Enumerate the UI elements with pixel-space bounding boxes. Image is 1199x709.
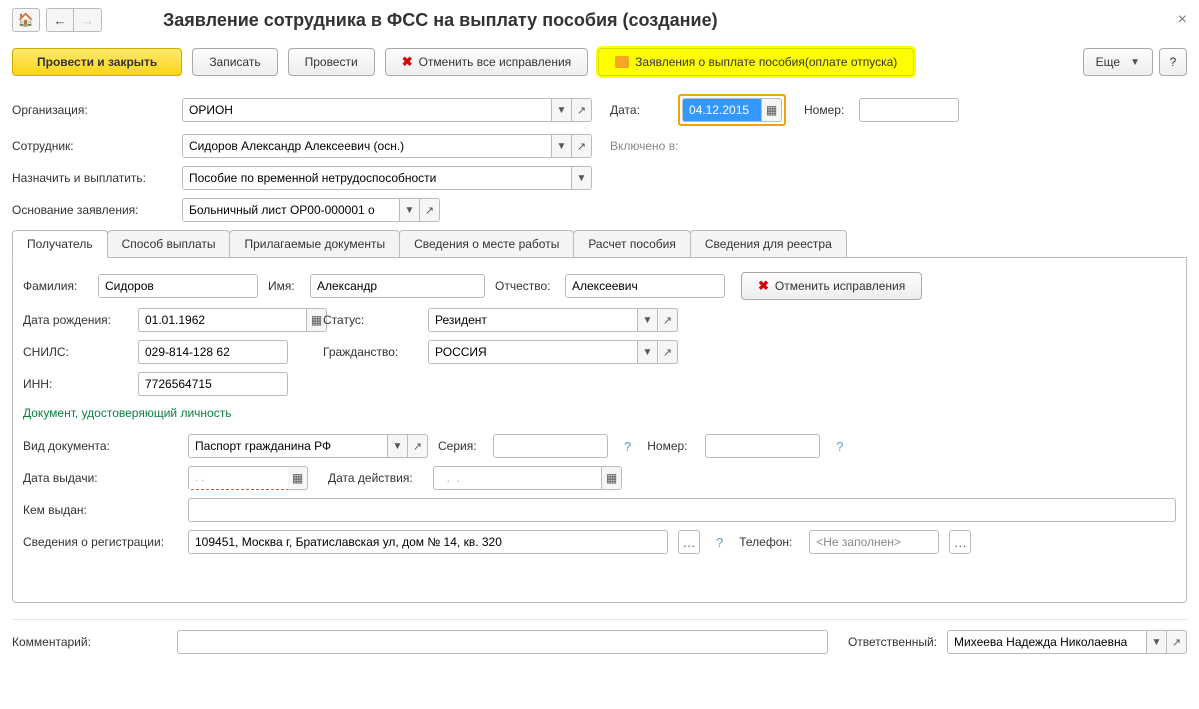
phone-input[interactable] bbox=[809, 530, 939, 554]
responsible-input[interactable] bbox=[947, 630, 1147, 654]
submit-close-button[interactable]: Провести и закрыть bbox=[12, 48, 182, 76]
assign-input[interactable] bbox=[182, 166, 572, 190]
more-button[interactable]: Еще▼ bbox=[1083, 48, 1153, 76]
snils-input[interactable] bbox=[138, 340, 288, 364]
registration-input[interactable] bbox=[188, 530, 668, 554]
dropdown-button[interactable]: ▼ bbox=[638, 308, 658, 332]
phone-label: Телефон: bbox=[739, 535, 799, 549]
patronymic-label: Отчество: bbox=[495, 279, 555, 293]
forward-button[interactable]: → bbox=[74, 8, 102, 32]
open-button[interactable] bbox=[420, 198, 440, 222]
dropdown-button[interactable]: ▼ bbox=[1147, 630, 1167, 654]
tab-payment-method[interactable]: Способ выплаты bbox=[107, 230, 231, 257]
calendar-button[interactable] bbox=[602, 466, 622, 490]
birthdate-label: Дата рождения: bbox=[23, 313, 128, 327]
employee-input[interactable] bbox=[182, 134, 552, 158]
basis-input[interactable] bbox=[182, 198, 400, 222]
docnumber-label: Номер: bbox=[647, 439, 695, 453]
issued-by-label: Кем выдан: bbox=[23, 503, 178, 517]
citizenship-label: Гражданство: bbox=[323, 345, 418, 359]
docnumber-input[interactable] bbox=[705, 434, 820, 458]
open-button[interactable] bbox=[1167, 630, 1187, 654]
patronymic-input[interactable] bbox=[565, 274, 725, 298]
org-input[interactable] bbox=[182, 98, 552, 122]
firstname-input[interactable] bbox=[310, 274, 485, 298]
lastname-input[interactable] bbox=[98, 274, 258, 298]
inn-input[interactable] bbox=[138, 372, 288, 396]
citizenship-input[interactable] bbox=[428, 340, 638, 364]
tab-workplace[interactable]: Сведения о месте работы bbox=[399, 230, 574, 257]
status-label: Статус: bbox=[323, 313, 418, 327]
open-button[interactable] bbox=[658, 340, 678, 364]
snils-label: СНИЛС: bbox=[23, 345, 128, 359]
tab-calculation[interactable]: Расчет пособия bbox=[573, 230, 691, 257]
valid-date-label: Дата действия: bbox=[328, 471, 423, 485]
tab-registry[interactable]: Сведения для реестра bbox=[690, 230, 847, 257]
close-icon[interactable]: × bbox=[1178, 11, 1187, 29]
dropdown-button[interactable]: ▼ bbox=[552, 98, 572, 122]
open-button[interactable] bbox=[408, 434, 428, 458]
employee-label: Сотрудник: bbox=[12, 139, 182, 153]
issued-by-input[interactable] bbox=[188, 498, 1176, 522]
registration-label: Сведения о регистрации: bbox=[23, 535, 178, 549]
help-icon[interactable]: ? bbox=[830, 439, 849, 454]
cancel-corrections-button[interactable]: ✖Отменить исправления bbox=[741, 272, 922, 300]
calendar-button[interactable] bbox=[288, 466, 308, 490]
tabs: Получатель Способ выплаты Прилагаемые до… bbox=[12, 230, 1187, 258]
tab-documents[interactable]: Прилагаемые документы bbox=[229, 230, 400, 257]
doc-section-header: Документ, удостоверяющий личность bbox=[23, 406, 1176, 420]
comment-input[interactable] bbox=[177, 630, 828, 654]
open-button[interactable] bbox=[658, 308, 678, 332]
number-input[interactable] bbox=[859, 98, 959, 122]
status-input[interactable] bbox=[428, 308, 638, 332]
tab-recipient[interactable]: Получатель bbox=[12, 230, 108, 258]
open-button[interactable] bbox=[572, 134, 592, 158]
series-label: Серия: bbox=[438, 439, 483, 453]
dropdown-button[interactable]: ▼ bbox=[572, 166, 592, 190]
help-icon[interactable]: ? bbox=[618, 439, 637, 454]
ellipsis-button[interactable]: … bbox=[949, 530, 971, 554]
dropdown-button[interactable]: ▼ bbox=[400, 198, 420, 222]
home-button[interactable]: 🏠 bbox=[12, 8, 40, 32]
calendar-button[interactable] bbox=[762, 98, 782, 122]
save-button[interactable]: Записать bbox=[192, 48, 277, 76]
dropdown-button[interactable]: ▼ bbox=[638, 340, 658, 364]
dropdown-button[interactable]: ▼ bbox=[388, 434, 408, 458]
firstname-label: Имя: bbox=[268, 279, 300, 293]
number-label: Номер: bbox=[804, 103, 859, 117]
doctype-label: Вид документа: bbox=[23, 439, 178, 453]
dropdown-button[interactable]: ▼ bbox=[552, 134, 572, 158]
included-label: Включено в: bbox=[610, 139, 678, 153]
page-title: Заявление сотрудника в ФСС на выплату по… bbox=[163, 10, 718, 31]
issue-date-input[interactable]: . . bbox=[188, 466, 288, 490]
cancel-all-button[interactable]: ✖Отменить все исправления bbox=[385, 48, 588, 76]
help-icon[interactable]: ? bbox=[710, 535, 729, 550]
submit-button[interactable]: Провести bbox=[288, 48, 375, 76]
issue-date-label: Дата выдачи: bbox=[23, 471, 178, 485]
lastname-label: Фамилия: bbox=[23, 279, 88, 293]
folder-icon bbox=[615, 56, 629, 68]
help-button[interactable]: ? bbox=[1159, 48, 1187, 76]
cancel-icon: ✖ bbox=[758, 278, 769, 294]
assign-label: Назначить и выплатить: bbox=[12, 171, 182, 185]
ellipsis-button[interactable]: … bbox=[678, 530, 700, 554]
series-input[interactable] bbox=[493, 434, 608, 458]
chevron-down-icon: ▼ bbox=[1130, 57, 1140, 68]
valid-date-input[interactable] bbox=[433, 466, 602, 490]
responsible-label: Ответственный: bbox=[848, 635, 937, 649]
org-label: Организация: bbox=[12, 103, 182, 117]
comment-label: Комментарий: bbox=[12, 635, 167, 649]
back-button[interactable]: ← bbox=[46, 8, 74, 32]
birthdate-input[interactable] bbox=[138, 308, 307, 332]
date-label: Дата: bbox=[610, 103, 678, 117]
inn-label: ИНН: bbox=[23, 377, 128, 391]
applications-button[interactable]: Заявления о выплате пособия(оплате отпус… bbox=[598, 48, 914, 76]
open-button[interactable] bbox=[572, 98, 592, 122]
basis-label: Основание заявления: bbox=[12, 203, 182, 217]
date-input[interactable] bbox=[682, 98, 762, 122]
cancel-icon: ✖ bbox=[402, 54, 413, 70]
doctype-input[interactable] bbox=[188, 434, 388, 458]
